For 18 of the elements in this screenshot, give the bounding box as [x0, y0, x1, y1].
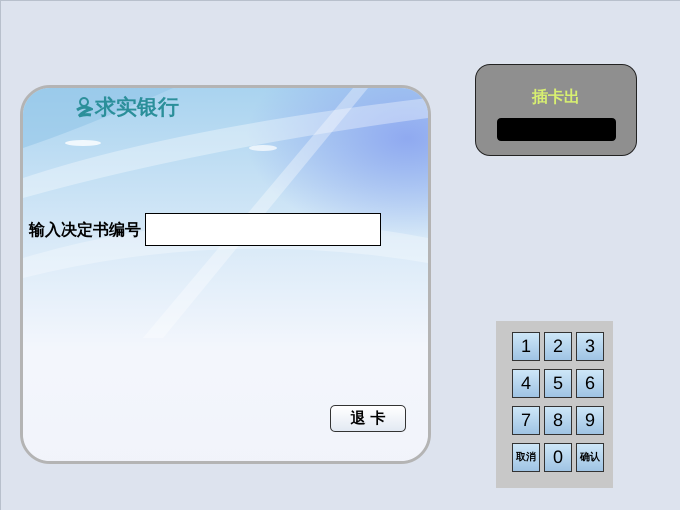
keypad-digit-key[interactable]: 6: [576, 369, 604, 398]
keypad-digit-key[interactable]: 2: [544, 332, 572, 361]
keypad-action-key[interactable]: 确认: [576, 443, 604, 472]
exit-card-button[interactable]: 退 卡: [330, 405, 406, 432]
keypad-digit-key[interactable]: 7: [512, 406, 540, 435]
card-slot-label: 插卡出: [532, 89, 580, 105]
keypad-digit-key[interactable]: 1: [512, 332, 540, 361]
field-label: 输入决定书编号: [29, 218, 141, 240]
input-field[interactable]: [145, 213, 381, 246]
keypad-digit-key[interactable]: 0: [544, 443, 572, 472]
keypad-digit-key[interactable]: 5: [544, 369, 572, 398]
bank-logo-text: 求实银行: [95, 96, 179, 118]
keypad-digit-key[interactable]: 3: [576, 332, 604, 361]
keypad-digit-key[interactable]: 9: [576, 406, 604, 435]
logo-icon: [75, 96, 93, 118]
keypad-digit-key[interactable]: 8: [544, 406, 572, 435]
keypad-action-key[interactable]: 取消: [512, 443, 540, 472]
keypad-digit-key[interactable]: 4: [512, 369, 540, 398]
